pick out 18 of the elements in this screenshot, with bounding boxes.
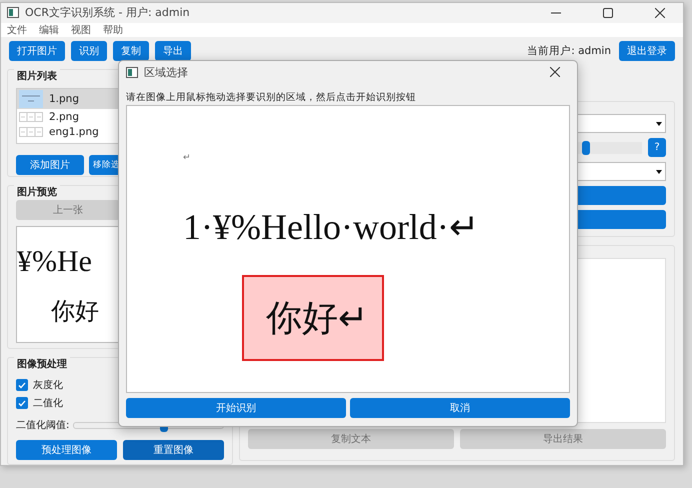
current-user-label: 当前用户: admin (527, 44, 611, 58)
checkbox-label: 二值化 (33, 397, 63, 410)
group-title: 图片列表 (14, 69, 60, 83)
group-title: 图片预览 (14, 185, 60, 199)
file-name: 2.png (49, 110, 80, 122)
document-text: 1·¥%Hello·world·↵ (183, 206, 479, 248)
selected-text: 你好↵ (266, 296, 368, 340)
file-name: eng1.png (49, 126, 99, 138)
preview-text: ¥%He (17, 245, 93, 279)
preview-text: 你好 (51, 298, 100, 327)
dialog-title: 区域选择 (144, 64, 188, 80)
checkbox-label: 灰度化 (33, 378, 63, 392)
instruction-text: 请在图像上用鼠标拖动选择要识别的区域，然后点击开始识别按钮 (126, 91, 417, 105)
paragraph-mark: ↵ (183, 152, 191, 162)
window-title: OCR文字识别系统 - 用户: admin (25, 5, 190, 20)
file-name: 1.png (49, 93, 80, 105)
threshold-label: 二值化阈值: (16, 419, 70, 432)
group-title: 图像预处理 (14, 357, 70, 371)
